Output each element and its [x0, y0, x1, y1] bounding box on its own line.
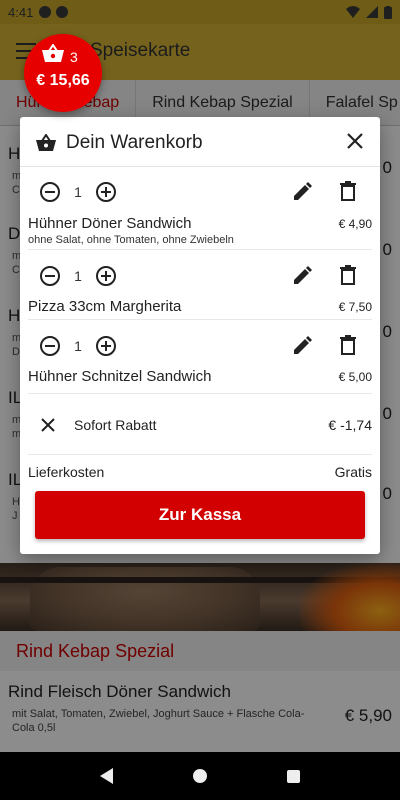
cart-item-price: € 5,00	[338, 370, 372, 384]
cart-dialog-title: Dein Warenkorb	[66, 132, 203, 153]
cart-item-name: Hühner Döner Sandwich	[28, 215, 192, 232]
delete-icon[interactable]	[340, 265, 356, 285]
delivery-cost-row: Lieferkosten Gratis	[28, 464, 372, 484]
checkout-button[interactable]: Zur Kassa	[35, 491, 365, 539]
basket-icon	[42, 44, 64, 62]
edit-icon[interactable]	[292, 336, 312, 356]
edit-icon[interactable]	[292, 266, 312, 286]
delete-icon[interactable]	[340, 181, 356, 201]
delete-icon[interactable]	[340, 335, 356, 355]
quantity-value: 1	[74, 184, 82, 200]
cart-item-price: € 4,90	[338, 217, 372, 231]
cart-line-item: 1 Pizza 33cm Margherita € 7,50	[28, 265, 372, 320]
cart-line-item: 1 Hühner Schnitzel Sandwich € 5,00	[28, 335, 372, 394]
quantity-stepper: 1	[40, 182, 116, 202]
quantity-stepper: 1	[40, 266, 116, 286]
delivery-cost-value: Gratis	[334, 464, 372, 480]
quantity-stepper: 1	[40, 336, 116, 356]
increase-quantity-button[interactable]	[96, 182, 116, 202]
cart-item-note: ohne Salat, ohne Tomaten, ohne Zwiebeln	[28, 234, 234, 246]
cart-line-item: 1 Hühner Döner Sandwich ohne Salat, ohne…	[28, 181, 372, 250]
cart-item-price: € 7,50	[338, 300, 372, 314]
discount-label: Sofort Rabatt	[74, 417, 157, 433]
basket-icon	[36, 134, 56, 151]
increase-quantity-button[interactable]	[96, 266, 116, 286]
edit-icon[interactable]	[292, 182, 312, 202]
close-icon[interactable]	[344, 130, 366, 152]
decrease-quantity-button[interactable]	[40, 336, 60, 356]
decrease-quantity-button[interactable]	[40, 266, 60, 286]
system-nav-bar	[0, 752, 400, 800]
cart-dialog-header: Dein Warenkorb	[20, 117, 380, 167]
cart-item-name: Pizza 33cm Margherita	[28, 298, 182, 315]
increase-quantity-button[interactable]	[96, 336, 116, 356]
home-icon[interactable]	[193, 769, 207, 783]
discount-amount: € -1,74	[328, 417, 372, 433]
cart-item-name: Hühner Schnitzel Sandwich	[28, 368, 212, 385]
discount-row: Sofort Rabatt € -1,74	[28, 395, 372, 455]
decrease-quantity-button[interactable]	[40, 182, 60, 202]
quantity-value: 1	[74, 268, 82, 284]
remove-discount-icon[interactable]	[40, 417, 56, 433]
basket-badge[interactable]: 3 € 15,66	[24, 34, 102, 112]
basket-total: € 15,66	[36, 72, 90, 89]
recents-icon[interactable]	[287, 769, 300, 783]
quantity-value: 1	[74, 338, 82, 354]
delivery-cost-label: Lieferkosten	[28, 464, 105, 480]
basket-item-count: 3	[70, 49, 78, 65]
back-icon[interactable]	[100, 768, 113, 784]
cart-dialog: Dein Warenkorb 1 Hühner Döner Sandwich o…	[20, 117, 380, 554]
